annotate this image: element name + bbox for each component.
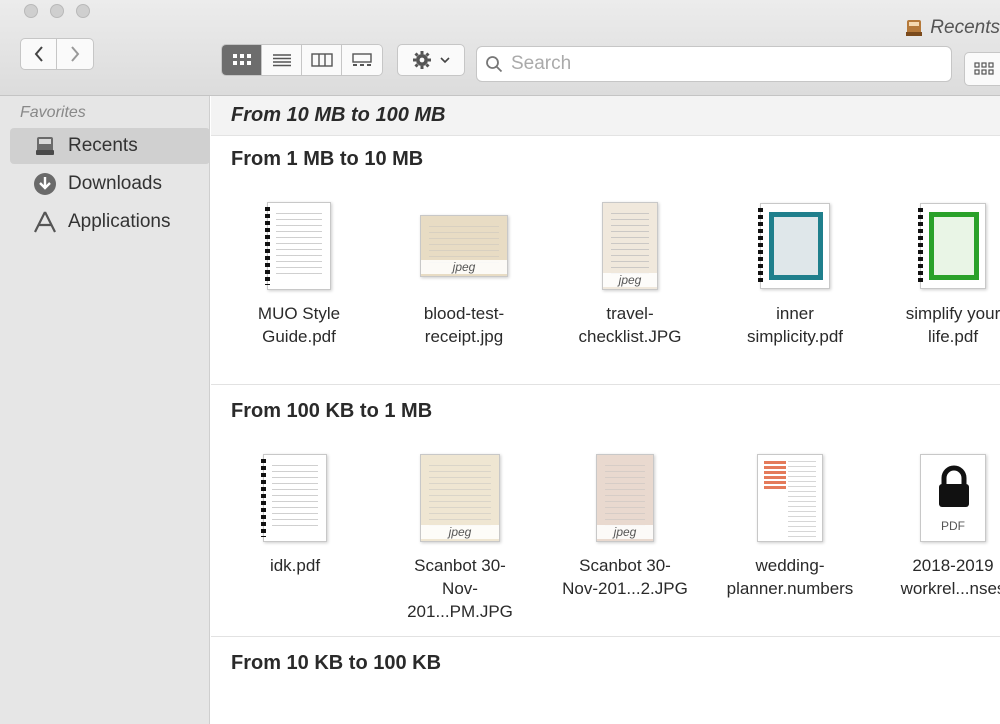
file-item[interactable]: simplify your life.pdf [883, 196, 1000, 348]
pdf-document-icon [725, 196, 865, 296]
jpeg-image-icon: jpeg [390, 448, 530, 548]
file-name: idk.pdf [269, 556, 321, 575]
file-item[interactable]: jpeg Scanbot 30- Nov-201...2.JPG [555, 448, 695, 600]
zoom-window-button[interactable] [76, 4, 90, 18]
gear-icon [413, 51, 431, 69]
group-divider [211, 636, 1000, 637]
column-view-button[interactable] [302, 45, 342, 75]
file-name: wedding- planner.numbers [726, 556, 854, 598]
sidebar-item-label: Downloads [68, 173, 162, 194]
file-item[interactable]: wedding- planner.numbers [720, 448, 860, 600]
view-mode-selector [221, 44, 383, 76]
file-name: MUO Style Guide.pdf [257, 304, 341, 346]
file-item[interactable]: MUO Style Guide.pdf [229, 196, 369, 348]
file-browser: From 10 MB to 100 MB From 1 MB to 10 MB … [211, 96, 1000, 724]
file-name: 2018-2019 workrel...nses [900, 556, 1000, 598]
file-name: inner simplicity.pdf [746, 304, 844, 346]
jpeg-image-icon: jpeg [560, 196, 700, 296]
icon-view-button[interactable] [222, 45, 262, 75]
file-item[interactable]: jpeg blood-test- receipt.jpg [394, 196, 534, 348]
sidebar-heading: Favorites [20, 104, 86, 121]
downloads-icon [32, 171, 58, 197]
numbers-spreadsheet-icon [720, 448, 860, 548]
list-view-button[interactable] [262, 45, 302, 75]
sidebar-item-label: Recents [68, 135, 138, 156]
group-divider [211, 384, 1000, 385]
jpeg-image-icon: jpeg [555, 448, 695, 548]
toolbar: Recents [0, 0, 1000, 96]
sidebar-item-applications[interactable]: Applications [10, 204, 210, 240]
group-icon [974, 62, 994, 75]
gallery-view-icon [352, 53, 372, 66]
jpeg-image-icon: jpeg [394, 196, 534, 296]
list-view-icon [272, 54, 291, 67]
pdf-document-icon [883, 196, 1000, 296]
recents-icon [32, 133, 58, 159]
action-menu-button[interactable] [397, 44, 465, 76]
minimize-window-button[interactable] [50, 4, 64, 18]
pdf-document-icon [229, 196, 369, 296]
locked-pdf-icon: PDF [883, 448, 1000, 548]
file-item[interactable]: PDF 2018-2019 workrel...nses [883, 448, 1000, 600]
sidebar: Favorites Recents Downloads Applications [0, 96, 210, 724]
file-item[interactable]: inner simplicity.pdf [725, 196, 865, 348]
column-view-icon [310, 53, 333, 67]
chevron-down-icon [440, 57, 450, 64]
sidebar-item-downloads[interactable]: Downloads [10, 166, 210, 202]
window-title: Recents [904, 14, 1000, 42]
applications-icon [32, 209, 58, 235]
group-header: From 100 KB to 1 MB [231, 399, 433, 422]
group-header: From 10 MB to 100 MB [211, 96, 1000, 136]
forward-button[interactable] [57, 38, 94, 70]
sidebar-item-label: Applications [68, 211, 171, 232]
icon-view-icon [232, 54, 251, 65]
search-field[interactable] [476, 46, 952, 82]
file-name: Scanbot 30- Nov-201...PM.JPG [407, 556, 513, 621]
file-name: blood-test- receipt.jpg [423, 304, 505, 346]
window-title-label: Recents [930, 17, 1000, 38]
group-header: From 10 KB to 100 KB [231, 651, 442, 674]
search-icon [486, 56, 503, 73]
group-by-button[interactable] [964, 52, 1000, 86]
lock-icon [939, 465, 969, 507]
recents-icon [906, 20, 923, 36]
sidebar-item-recents[interactable]: Recents [10, 128, 210, 164]
file-name: travel- checklist.JPG [578, 304, 682, 346]
file-item[interactable]: jpeg travel- checklist.JPG [560, 196, 700, 348]
pdf-document-icon [225, 448, 365, 548]
file-name: simplify your life.pdf [905, 304, 1000, 346]
chevron-right-icon [71, 46, 80, 62]
file-item[interactable]: idk.pdf [225, 448, 365, 577]
file-item[interactable]: jpeg Scanbot 30- Nov-201...PM.JPG [390, 448, 530, 623]
group-header: From 1 MB to 10 MB [231, 147, 424, 170]
file-name: Scanbot 30- Nov-201...2.JPG [562, 556, 688, 598]
back-button[interactable] [20, 38, 57, 70]
search-input[interactable] [511, 53, 931, 75]
chevron-left-icon [34, 46, 43, 62]
gallery-view-button[interactable] [342, 45, 382, 75]
close-window-button[interactable] [24, 4, 38, 18]
